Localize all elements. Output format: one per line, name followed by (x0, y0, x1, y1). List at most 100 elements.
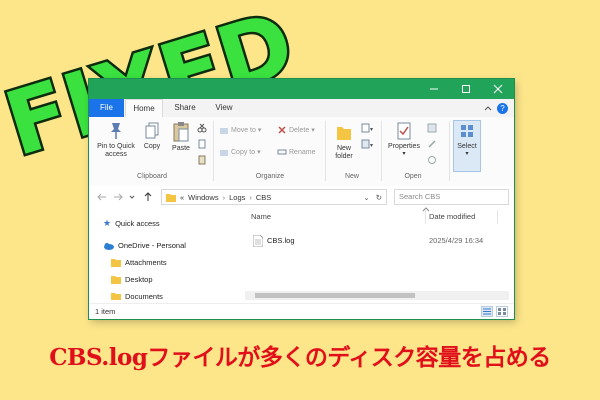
select-label: Select (457, 143, 477, 150)
maximize-icon (462, 85, 470, 93)
nav-item-quick-access[interactable]: ★ Quick access (103, 218, 160, 229)
folder-icon (166, 193, 176, 202)
copy-path-button[interactable] (197, 139, 207, 149)
path-chevron-icon: › (222, 192, 226, 202)
edit-icon (428, 140, 436, 148)
large-icons-view-icon (498, 308, 506, 315)
properties-label: Properties (388, 143, 420, 150)
new-item-button[interactable]: ▾ (361, 123, 373, 133)
path-segment-cbs[interactable]: CBS (256, 193, 271, 202)
easy-access-button[interactable]: ▾ (361, 139, 373, 149)
paste-button[interactable]: Paste (167, 121, 195, 152)
paste-shortcut-button[interactable] (197, 155, 207, 165)
rename-icon (277, 149, 287, 155)
folder-icon (111, 276, 121, 284)
pin-to-quick-access-button[interactable]: Pin to Quick access (93, 121, 139, 159)
folder-icon (111, 293, 121, 300)
new-group-label: New (344, 173, 359, 180)
table-row[interactable]: CBS.log 2025/4/29 16:34 (249, 234, 509, 248)
ribbon-separator (213, 121, 214, 181)
title-bar[interactable] (89, 79, 514, 99)
search-input[interactable]: Search CBS (394, 189, 509, 205)
select-icon (461, 125, 473, 137)
details-view-icon (483, 308, 491, 315)
folder-icon (111, 259, 121, 267)
edit-button[interactable] (427, 139, 437, 149)
open-button[interactable] (427, 123, 437, 133)
path-box[interactable]: « Windows › Logs › CBS ⌄ ↻ (161, 189, 387, 205)
status-bar: 1 item (89, 303, 514, 319)
copy-button[interactable]: Copy (139, 121, 165, 150)
svg-text:▾: ▾ (370, 143, 373, 149)
path-segment-logs[interactable]: Logs (229, 193, 245, 202)
select-button[interactable]: Select ▾ (453, 120, 481, 172)
properties-button[interactable]: Properties ▾ (385, 121, 423, 157)
nav-item-desktop[interactable]: Desktop (111, 275, 153, 284)
ribbon-separator (325, 121, 326, 181)
cut-button[interactable] (197, 123, 207, 133)
move-to-button[interactable]: Move to ▾ (219, 125, 261, 135)
file-explorer-window: File Home Share View ? Pin to Quick acce… (89, 79, 514, 319)
recent-locations-icon[interactable] (129, 192, 135, 202)
paste-icon (173, 122, 189, 142)
horizontal-scrollbar[interactable] (245, 291, 509, 300)
large-icons-view-button[interactable] (496, 306, 508, 317)
nav-item-attachments[interactable]: Attachments (111, 258, 167, 267)
tab-file[interactable]: File (89, 99, 124, 117)
svg-text:▾: ▾ (370, 127, 373, 133)
copy-to-button[interactable]: Copy to ▾ (219, 147, 261, 157)
new-folder-button[interactable]: New folder (329, 121, 359, 161)
forward-arrow-icon[interactable] (113, 192, 123, 202)
move-to-icon (220, 128, 228, 134)
rename-label: Rename (289, 148, 316, 156)
delete-button[interactable]: Delete ▾ (277, 125, 315, 135)
history-button[interactable] (427, 155, 437, 165)
delete-icon (278, 126, 286, 134)
star-icon: ★ (103, 218, 112, 228)
tab-home[interactable]: Home (125, 99, 163, 117)
help-icon[interactable]: ? (497, 103, 508, 114)
ribbon-separator (449, 121, 450, 181)
path-prefix: « (180, 192, 185, 202)
paste-label: Paste (172, 145, 190, 152)
column-header-name[interactable]: Name (251, 212, 271, 221)
navigation-pane: ★ Quick access OneDrive - Personal Attac… (89, 208, 239, 303)
copy-icon (145, 122, 159, 139)
rename-button[interactable]: Rename (277, 147, 315, 157)
minimize-button[interactable] (418, 79, 450, 99)
ribbon-separator (381, 121, 382, 181)
dropdown-icon: ▾ (257, 127, 262, 134)
close-button[interactable] (482, 79, 514, 99)
collapse-ribbon-icon[interactable] (484, 104, 492, 112)
nav-item-onedrive[interactable]: OneDrive - Personal (103, 241, 186, 250)
column-separator[interactable] (497, 210, 498, 224)
column-separator[interactable] (425, 210, 426, 224)
nav-item-documents[interactable]: Documents (111, 292, 163, 300)
cloud-icon (104, 242, 114, 250)
refresh-icon[interactable]: ↻ (376, 193, 382, 202)
scrollbar-thumb[interactable] (255, 293, 415, 298)
maximize-button[interactable] (450, 79, 482, 99)
new-item-icon: ▾ (361, 123, 373, 133)
pin-icon (111, 123, 121, 139)
nav-label: Documents (125, 292, 163, 300)
file-list: Name Date modified CBS.log 2025/4/29 16:… (239, 207, 514, 303)
details-view-button[interactable] (481, 306, 493, 317)
back-arrow-icon[interactable] (97, 192, 107, 202)
path-chevron-icon: › (249, 192, 252, 202)
path-segment-windows[interactable]: Windows (188, 193, 218, 202)
properties-icon (397, 122, 411, 140)
tab-share[interactable]: Share (167, 99, 203, 117)
address-dropdown-icon[interactable]: ⌄ (363, 193, 369, 202)
nav-label: Desktop (125, 275, 153, 284)
file-name: CBS.log (267, 236, 295, 245)
ribbon: Pin to Quick access Copy Paste Clipboard (89, 117, 514, 187)
file-date: 2025/4/29 16:34 (429, 236, 484, 245)
tab-view[interactable]: View (207, 99, 241, 117)
nav-label: Quick access (115, 219, 160, 228)
column-header-date[interactable]: Date modified (429, 212, 475, 221)
dropdown-icon: ▾ (257, 149, 261, 156)
history-icon (428, 156, 436, 164)
copy-to-icon (220, 150, 228, 156)
up-arrow-icon[interactable] (143, 192, 153, 202)
